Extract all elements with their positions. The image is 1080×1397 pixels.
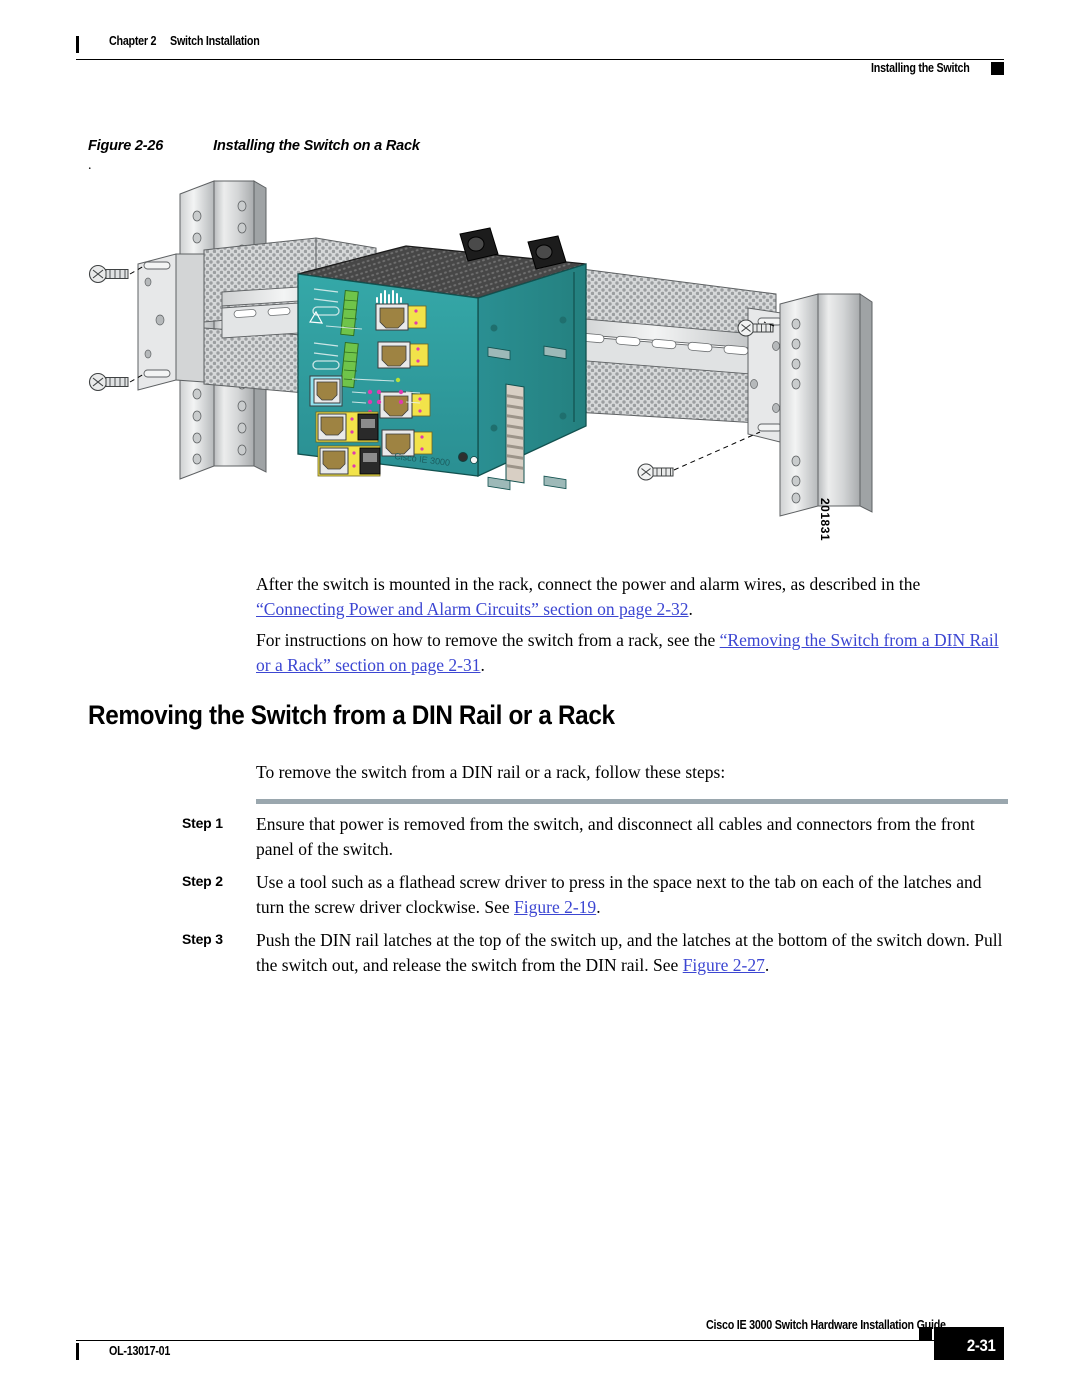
section-heading: Removing the Switch from a DIN Rail or a… — [88, 700, 615, 730]
para1-text-before-link: After the switch is mounted in the rack,… — [256, 574, 921, 594]
footer-left-marker — [76, 1343, 79, 1360]
footer-doc-id: OL-13017-01 — [109, 1344, 171, 1358]
ie3000-switch: CISCO — [297, 227, 587, 491]
para2-text-before-link: For instructions on how to remove the sw… — [256, 630, 720, 650]
section-intro: To remove the switch from a DIN rail or … — [256, 760, 1008, 785]
section-intro-text: To remove the switch from a DIN rail or … — [256, 762, 726, 782]
step-text-tail: . — [596, 897, 601, 917]
header-left-marker — [76, 36, 79, 53]
paragraph-removal-note: For instructions on how to remove the sw… — [256, 628, 1008, 678]
right-rack-post — [779, 293, 873, 517]
figure-illustration: CISCO — [76, 176, 876, 566]
header-section-title: Installing the Switch — [871, 61, 970, 75]
footer-page-number: 2-31 — [966, 1336, 995, 1355]
header-chapter-number: Chapter 2 — [109, 34, 157, 48]
step-label: Step 1 — [182, 815, 223, 831]
left-mounting-bracket — [137, 253, 205, 391]
link-connecting-power-and-alarm-circuits[interactable]: “Connecting Power and Alarm Circuits” se… — [256, 599, 689, 619]
header-square-marker — [991, 62, 1004, 75]
left-mounting-screws — [88, 264, 145, 392]
step-text: Ensure that power is removed from the sw… — [256, 812, 1008, 862]
figure-stray-dot: . — [88, 158, 92, 173]
page-footer: Cisco IE 3000 Switch Hardware Installati… — [76, 1318, 1004, 1378]
step-text-body: Use a tool such as a flathead screw driv… — [256, 872, 982, 917]
link-figure-2-27[interactable]: Figure 2-27 — [683, 955, 765, 975]
step-text-body: Push the DIN rail latches at the top of … — [256, 930, 1003, 975]
step-item: Step 1 Ensure that power is removed from… — [182, 812, 1008, 862]
header-rule — [76, 59, 1004, 60]
step-label: Step 3 — [182, 931, 223, 947]
figure-caption: Figure 2-26 Installing the Switch on a Ra… — [88, 138, 420, 154]
paragraph-mounted-note: After the switch is mounted in the rack,… — [256, 572, 1008, 622]
step-text: Use a tool such as a flathead screw driv… — [256, 870, 1008, 920]
figure-art-id: 201831 — [818, 498, 832, 542]
step-item: Step 3 Push the DIN rail latches at the … — [182, 928, 1008, 978]
step-text: Push the DIN rail latches at the top of … — [256, 928, 1008, 978]
para2-text-after-link: . — [480, 655, 485, 675]
footer-square-marker — [919, 1327, 932, 1340]
header-chapter: Chapter 2 Switch Installation — [109, 34, 260, 48]
step-item: Step 2 Use a tool such as a flathead scr… — [182, 870, 1008, 920]
step-label: Step 2 — [182, 873, 223, 889]
console-port — [309, 375, 343, 407]
step-text-body: Ensure that power is removed from the sw… — [256, 814, 975, 859]
figure-title: Installing the Switch on a Rack — [213, 138, 420, 154]
steps-divider-rule — [256, 799, 1008, 804]
header-chapter-title: Switch Installation — [170, 34, 260, 48]
footer-rule — [76, 1340, 960, 1341]
para1-text-after-link: . — [688, 599, 693, 619]
footer-guide-title: Cisco IE 3000 Switch Hardware Installati… — [706, 1318, 946, 1332]
steps-list: Step 1 Ensure that power is removed from… — [182, 812, 1008, 986]
page-header: Chapter 2 Switch Installation Installing … — [76, 34, 1004, 75]
step-text-tail: . — [764, 955, 770, 975]
link-figure-2-19[interactable]: Figure 2-19 — [514, 897, 596, 917]
figure-label: Figure 2-26 — [88, 138, 164, 154]
